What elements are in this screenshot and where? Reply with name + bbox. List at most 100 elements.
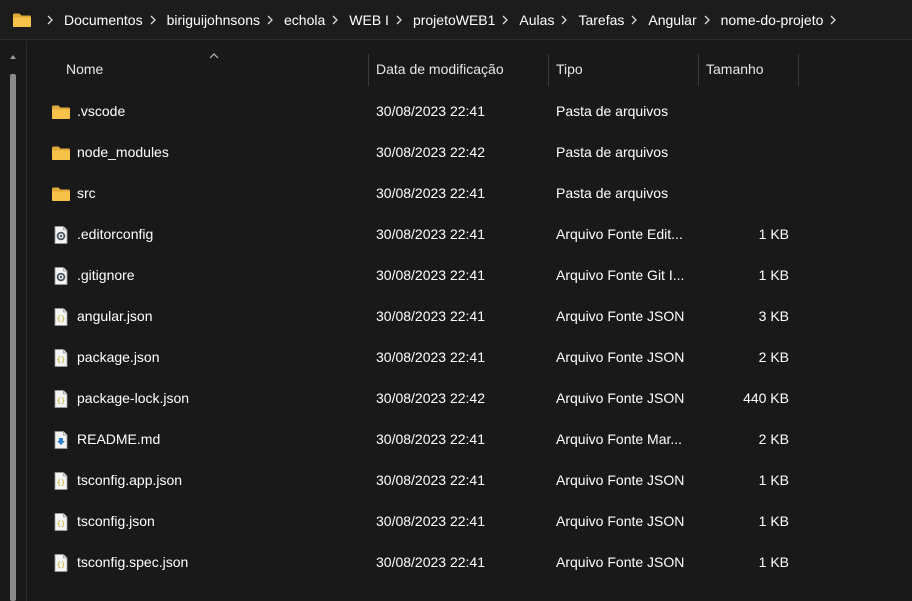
breadcrumb-item[interactable]: Documentos — [64, 0, 143, 39]
file-date-modified: 30/08/2023 22:41 — [376, 267, 485, 283]
breadcrumb-item[interactable]: nome-do-projeto — [721, 0, 824, 39]
file-type: Arquivo Fonte JSON — [556, 349, 685, 365]
chevron-right-icon[interactable] — [501, 15, 509, 25]
file-name: package-lock.json — [77, 390, 190, 406]
file-row[interactable]: {} package.json 30/08/2023 22:41 Arquivo Fo… — [27, 337, 912, 378]
file-row[interactable]: node_modules 30/08/2023 22:42 Pasta de arq… — [27, 132, 912, 173]
file-row[interactable]: .gitignore 30/08/2023 22:41 Arquivo Fonte … — [27, 255, 912, 296]
svg-text:{}: {} — [57, 479, 65, 487]
folder-icon — [51, 102, 71, 122]
file-date-modified: 30/08/2023 22:41 — [376, 226, 485, 242]
column-header-row: Nome Data de modificação Tipo Tamanho — [27, 50, 912, 88]
chevron-right-icon[interactable] — [395, 15, 403, 25]
file-name: src — [77, 185, 96, 201]
file-size: 1 KB — [758, 226, 789, 242]
column-header-date[interactable]: Data de modificação — [376, 50, 546, 88]
folder-icon — [51, 143, 71, 163]
file-row[interactable]: README.md 30/08/2023 22:41 Arquivo Fonte M… — [27, 419, 912, 460]
file-row[interactable]: .editorconfig 30/08/2023 22:41 Arquivo Fon… — [27, 214, 912, 255]
file-size: 1 KB — [758, 554, 789, 570]
file-explorer-window: Documentos biriguijohnsons echola WEB I proj… — [0, 0, 912, 601]
file-name: tsconfig.spec.json — [77, 554, 189, 570]
chevron-right-icon[interactable] — [149, 15, 157, 25]
file-size: 1 KB — [758, 513, 789, 529]
chevron-right-icon[interactable] — [560, 15, 568, 25]
breadcrumb-item[interactable]: biriguijohnsons — [167, 0, 260, 39]
file-type: Arquivo Fonte JSON — [556, 513, 685, 529]
json-file-icon: {} — [51, 471, 71, 491]
file-date-modified: 30/08/2023 22:41 — [376, 431, 485, 447]
chevron-right-icon[interactable] — [266, 15, 274, 25]
file-date-modified: 30/08/2023 22:41 — [376, 513, 485, 529]
breadcrumb-item[interactable]: WEB I — [349, 0, 389, 39]
column-divider[interactable] — [698, 54, 699, 86]
file-row[interactable]: {} tsconfig.app.json 30/08/2023 22:41 Arqui… — [27, 460, 912, 501]
breadcrumb-item[interactable]: Tarefas — [578, 0, 624, 39]
svg-text:{}: {} — [57, 520, 65, 528]
chevron-right-icon[interactable] — [829, 15, 837, 25]
breadcrumb-item[interactable]: echola — [284, 0, 325, 39]
file-row[interactable]: .vscode 30/08/2023 22:41 Pasta de arquivos — [27, 91, 912, 132]
breadcrumb-item[interactable]: Aulas — [519, 0, 554, 39]
file-size: 2 KB — [758, 349, 789, 365]
file-type: Pasta de arquivos — [556, 144, 669, 160]
chevron-right-icon[interactable] — [331, 15, 339, 25]
file-size: 1 KB — [758, 267, 789, 283]
file-date-modified: 30/08/2023 22:41 — [376, 472, 485, 488]
file-type: Arquivo Fonte Git I... — [556, 267, 685, 283]
chevron-right-icon[interactable] — [703, 15, 711, 25]
scrollbar-thumb[interactable] — [10, 74, 16, 601]
svg-text:{}: {} — [57, 561, 65, 569]
file-date-modified: 30/08/2023 22:42 — [376, 390, 485, 406]
navigation-pane-scrollbar[interactable] — [0, 41, 27, 601]
chevron-right-icon[interactable] — [46, 15, 54, 25]
file-name: node_modules — [77, 144, 169, 160]
file-date-modified: 30/08/2023 22:42 — [376, 144, 485, 160]
file-row[interactable]: {} package-lock.json 30/08/2023 22:42 Arqui… — [27, 378, 912, 419]
file-name: .vscode — [77, 103, 126, 119]
column-header-name[interactable]: Nome — [66, 50, 366, 88]
chevron-right-icon[interactable] — [630, 15, 638, 25]
scroll-up-icon[interactable] — [10, 55, 16, 59]
file-date-modified: 30/08/2023 22:41 — [376, 185, 485, 201]
file-type: Arquivo Fonte JSON — [556, 554, 685, 570]
column-divider[interactable] — [548, 54, 549, 86]
file-name: package.json — [77, 349, 160, 365]
file-type: Arquivo Fonte Mar... — [556, 431, 683, 447]
file-name: tsconfig.app.json — [77, 472, 183, 488]
file-size: 2 KB — [758, 431, 789, 447]
file-row[interactable]: src 30/08/2023 22:41 Pasta de arquivos — [27, 173, 912, 214]
address-bar[interactable]: Documentos biriguijohnsons echola WEB I proj… — [0, 0, 912, 40]
file-size — [699, 91, 789, 132]
file-name: .gitignore — [77, 267, 135, 283]
file-size: 3 KB — [758, 308, 789, 324]
json-file-icon: {} — [51, 389, 71, 409]
file-name: .editorconfig — [77, 226, 154, 242]
file-row[interactable]: {} tsconfig.spec.json 30/08/2023 22:41 Arqu… — [27, 542, 912, 583]
file-date-modified: 30/08/2023 22:41 — [376, 554, 485, 570]
breadcrumb-item[interactable]: Angular — [648, 0, 696, 39]
column-divider[interactable] — [798, 54, 799, 86]
file-type: Arquivo Fonte JSON — [556, 308, 685, 324]
file-type: Arquivo Fonte JSON — [556, 472, 685, 488]
file-name: README.md — [77, 431, 161, 447]
svg-text:{}: {} — [57, 356, 65, 364]
svg-text:{}: {} — [57, 315, 65, 323]
config-file-icon — [51, 225, 71, 245]
file-row[interactable]: {} angular.json 30/08/2023 22:41 Arquivo Fo… — [27, 296, 912, 337]
svg-text:{}: {} — [57, 397, 65, 405]
column-header-type[interactable]: Tipo — [556, 50, 696, 88]
file-row[interactable]: {} tsconfig.json 30/08/2023 22:41 Arquivo F… — [27, 501, 912, 542]
breadcrumb: Documentos biriguijohnsons echola WEB I proj… — [40, 0, 847, 39]
json-file-icon: {} — [51, 307, 71, 327]
json-file-icon: {} — [51, 512, 71, 532]
file-size — [699, 173, 789, 214]
folder-icon — [51, 184, 71, 204]
file-type: Arquivo Fonte Edit... — [556, 226, 683, 242]
file-size: 1 KB — [758, 472, 789, 488]
column-header-size[interactable]: Tamanho — [706, 50, 796, 88]
column-divider[interactable] — [368, 54, 369, 86]
json-file-icon: {} — [51, 348, 71, 368]
file-date-modified: 30/08/2023 22:41 — [376, 308, 485, 324]
breadcrumb-item[interactable]: projetoWEB1 — [413, 0, 495, 39]
